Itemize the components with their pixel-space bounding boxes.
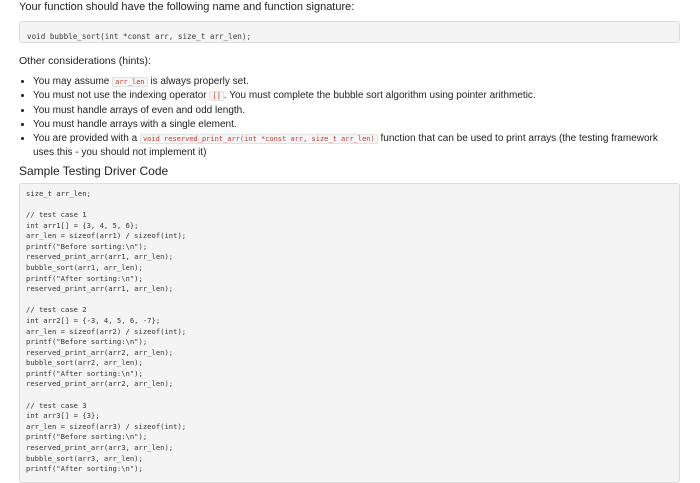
hint-item: You must not use the indexing operator […: [33, 89, 680, 103]
hint-text: You must not use the indexing operator: [33, 90, 210, 102]
hints-title: Other considerations (hints):: [19, 55, 151, 67]
signature-code: void bubble_sort(int *const arr, size_t …: [27, 32, 252, 41]
code-line: int arr2[] = {-3, 4, 5, 6, -7};: [26, 315, 161, 325]
code-line: printf("Before sorting:\n");: [26, 241, 148, 251]
intro-text: Your function should have the following …: [19, 1, 355, 13]
code-line: reserved_print_arr(arr2, arr_len);: [26, 379, 174, 389]
hint-text: You are provided with a: [33, 133, 140, 145]
code-line: // test case 3: [26, 400, 87, 410]
code-line: bubble_sort(arr1, arr_len);: [26, 262, 143, 272]
code-line: // test case 1: [26, 209, 87, 219]
code-line: int arr1[] = {3, 4, 5, 6};: [26, 220, 139, 230]
hint-item: You must handle arrays of even and odd l…: [33, 104, 680, 118]
hint-text: You must handle arrays with a single ele…: [33, 118, 237, 130]
code-line: int arr3[] = {3};: [26, 411, 100, 421]
code-line: printf("Before sorting:\n");: [26, 337, 148, 347]
driver-code: size_t arr_len; // test case 1 int arr1[]…: [26, 189, 673, 475]
inline-code: void reserved_print_arr(int *const arr, …: [139, 134, 378, 145]
hint-text: You must handle arrays of even and odd l…: [33, 104, 246, 116]
code-line: arr_len = sizeof(arr2) / sizeof(int);: [26, 326, 187, 336]
code-line: reserved_print_arr(arr1, arr_len);: [26, 284, 174, 294]
code-line: arr_len = sizeof(arr3) / sizeof(int);: [26, 421, 187, 431]
hint-item: You must handle arrays with a single ele…: [33, 118, 680, 132]
hint-item: You may assume arr_len is always properl…: [33, 75, 680, 89]
code-line: printf("After sorting:\n");: [26, 368, 143, 378]
document-page: Your function should have the following …: [19, 0, 680, 483]
hint-text: is always properly set.: [147, 76, 249, 87]
code-line: size_t arr_len;: [26, 188, 91, 198]
code-line: // test case 2: [26, 305, 87, 315]
code-line: reserved_print_arr(arr3, arr_len);: [26, 443, 174, 453]
hints-list: You may assume arr_len is always properl…: [19, 75, 680, 161]
signature-code-block: void bubble_sort(int *const arr, size_t …: [19, 21, 680, 43]
code-line: printf("After sorting:\n");: [26, 273, 143, 283]
code-line: bubble_sort(arr3, arr_len);: [26, 453, 143, 463]
hint-item: You are provided with a void reserved_pr…: [33, 132, 680, 161]
hint-text: You may assume: [33, 76, 113, 87]
code-line: arr_len = sizeof(arr1) / sizeof(int);: [26, 231, 187, 241]
hint-text: . You must complete the bubble sort algo…: [223, 90, 536, 102]
inline-code: arr_len: [112, 77, 148, 87]
code-line: reserved_print_arr(arr2, arr_len);: [26, 347, 174, 357]
driver-code-block: size_t arr_len; // test case 1 int arr1[]…: [19, 182, 680, 483]
inline-code: []: [209, 91, 224, 102]
code-line: reserved_print_arr(arr1, arr_len);: [26, 252, 174, 262]
section-title: Sample Testing Driver Code: [19, 163, 169, 178]
code-line: printf("After sorting:\n");: [26, 464, 143, 474]
code-line: printf("Before sorting:\n");: [26, 432, 148, 442]
code-line: bubble_sort(arr2, arr_len);: [26, 358, 143, 368]
